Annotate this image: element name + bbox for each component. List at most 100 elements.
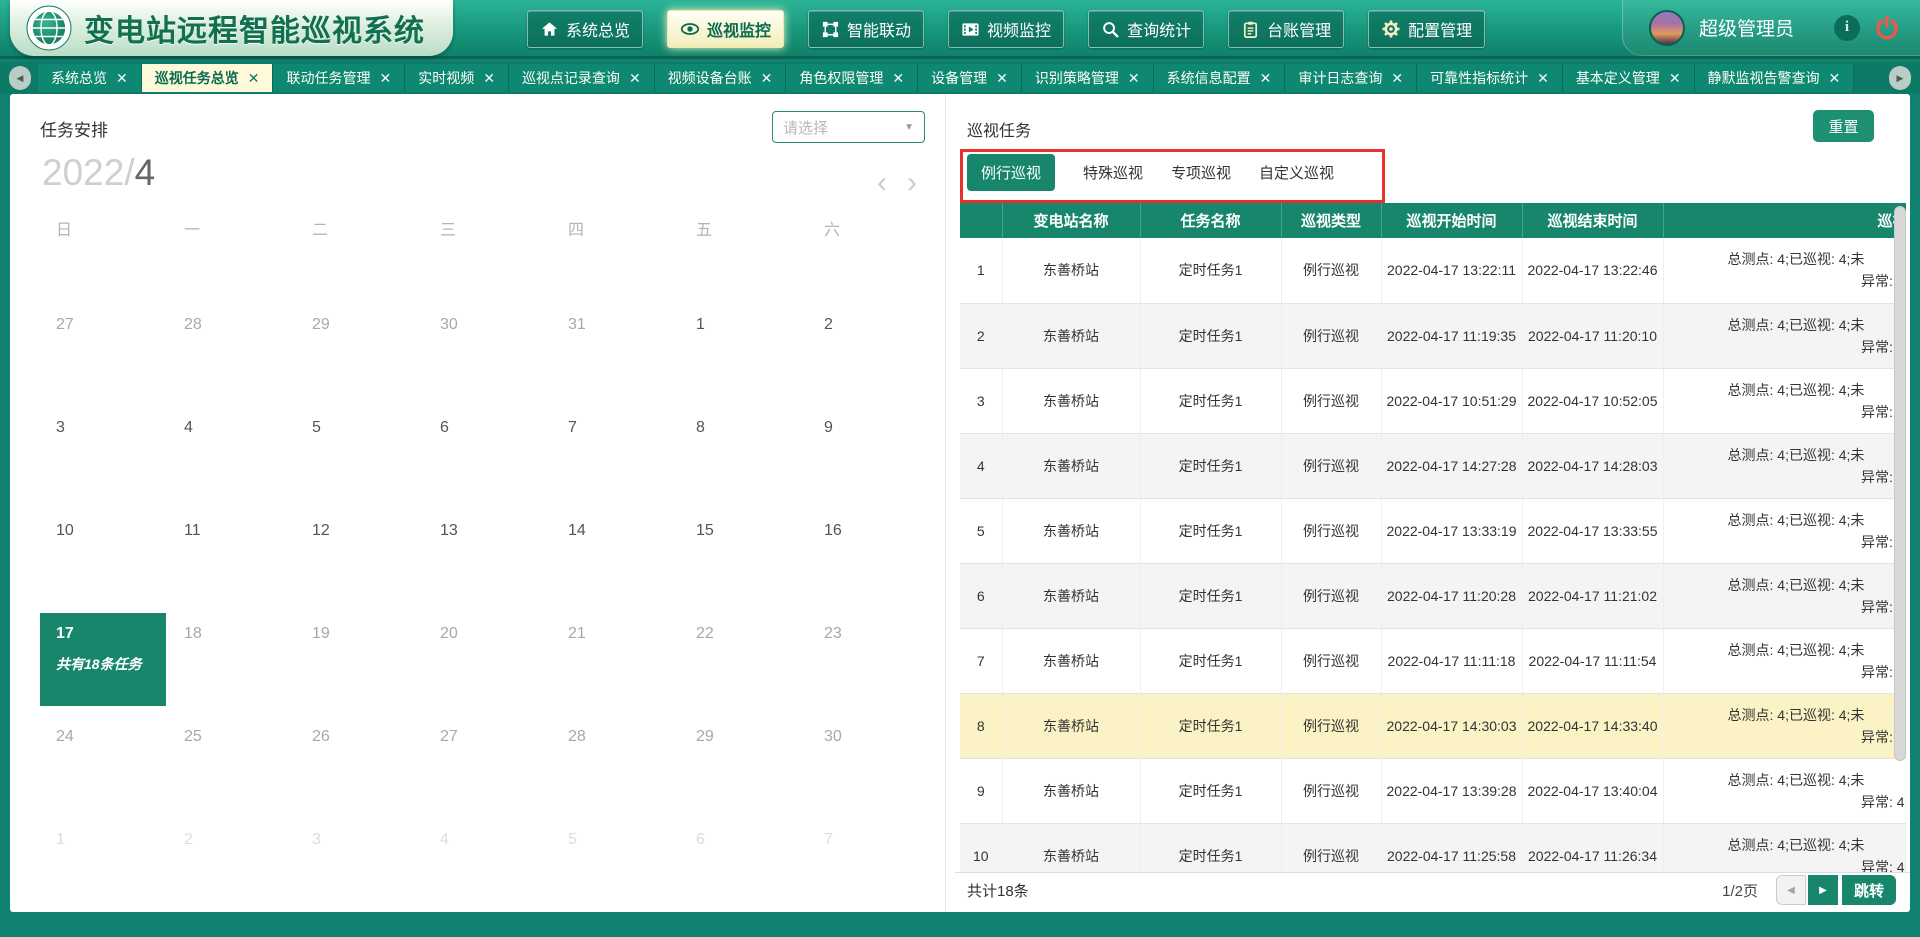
reset-button[interactable]: 重置 xyxy=(1813,110,1874,142)
close-icon[interactable]: ✕ xyxy=(629,71,641,85)
close-icon[interactable]: ✕ xyxy=(248,71,260,85)
calendar-day-cell[interactable]: 29 xyxy=(296,304,424,407)
calendar-day-cell[interactable]: 16 xyxy=(808,510,936,613)
nav-system-overview[interactable]: 系统总览 xyxy=(527,10,643,48)
workspace-tab[interactable]: 可靠性指标统计 ✕ xyxy=(1417,64,1563,92)
calendar-day-cell[interactable]: 2 xyxy=(168,819,296,912)
calendar-day-cell[interactable]: 12 xyxy=(296,510,424,613)
close-icon[interactable]: ✕ xyxy=(379,71,391,85)
nav-ledger-management[interactable]: 台账管理 xyxy=(1228,10,1344,48)
calendar-day-cell[interactable]: 13 xyxy=(424,510,552,613)
calendar-day-cell[interactable]: 18 xyxy=(168,613,296,716)
workspace-tab[interactable]: 巡视点记录查询 ✕ xyxy=(509,64,655,92)
workspace-tab[interactable]: 视频设备台账 ✕ xyxy=(655,64,787,92)
calendar-day-cell[interactable]: 8 xyxy=(680,407,808,510)
avatar[interactable] xyxy=(1649,10,1685,46)
calendar-day-cell[interactable]: 4 xyxy=(168,407,296,510)
calendar-day-cell[interactable]: 25 xyxy=(168,716,296,819)
calendar-day-cell[interactable]: 3 xyxy=(296,819,424,912)
table-row[interactable]: 5 东善桥站 定时任务1 例行巡视 2022-04-17 13:33:19 20… xyxy=(960,498,1906,563)
calendar-day-cell[interactable]: 6 xyxy=(680,819,808,912)
close-icon[interactable]: ✕ xyxy=(1537,71,1549,85)
calendar-day-cell[interactable]: 31 xyxy=(552,304,680,407)
task-filter-select[interactable]: 请选择 ▼ xyxy=(772,111,925,143)
inspection-type-tab[interactable]: 自定义巡视 xyxy=(1259,162,1334,183)
workspace-tab[interactable]: 系统总览 ✕ xyxy=(38,64,142,92)
table-row[interactable]: 10 东善桥站 定时任务1 例行巡视 2022-04-17 11:25:58 2… xyxy=(960,823,1906,872)
calendar-day-cell[interactable]: 5 xyxy=(296,407,424,510)
workspace-tab[interactable]: 角色权限管理 ✕ xyxy=(786,64,918,92)
calendar-day-cell[interactable]: 29 xyxy=(680,716,808,819)
calendar-day-cell[interactable]: 2 xyxy=(808,304,936,407)
calendar-day-cell[interactable]: 28 xyxy=(552,716,680,819)
calendar-day-cell[interactable]: 7 xyxy=(552,407,680,510)
calendar-day-cell[interactable]: 27 xyxy=(424,716,552,819)
calendar-day-cell[interactable]: 19 xyxy=(296,613,424,716)
workspace-tab[interactable]: 设备管理 ✕ xyxy=(918,64,1022,92)
close-icon[interactable]: ✕ xyxy=(996,71,1008,85)
calendar-day-cell[interactable]: 27 xyxy=(40,304,168,407)
table-row[interactable]: 3 东善桥站 定时任务1 例行巡视 2022-04-17 10:51:29 20… xyxy=(960,368,1906,433)
calendar-day-cell[interactable]: 20 xyxy=(424,613,552,716)
calendar-prev-icon[interactable]: ‹ xyxy=(877,168,887,198)
table-row[interactable]: 4 东善桥站 定时任务1 例行巡视 2022-04-17 14:27:28 20… xyxy=(960,433,1906,498)
calendar-day-cell[interactable]: 26 xyxy=(296,716,424,819)
table-row[interactable]: 9 东善桥站 定时任务1 例行巡视 2022-04-17 13:39:28 20… xyxy=(960,758,1906,823)
close-icon[interactable]: ✕ xyxy=(1128,71,1140,85)
next-page-button[interactable]: ▶ xyxy=(1808,875,1838,905)
info-icon[interactable]: i xyxy=(1834,15,1860,41)
table-row[interactable]: 1 东善桥站 定时任务1 例行巡视 2022-04-17 13:22:11 20… xyxy=(960,238,1906,303)
inspection-type-tab[interactable]: 专项巡视 xyxy=(1171,162,1231,183)
workspace-tab[interactable]: 实时视频 ✕ xyxy=(405,64,509,92)
workspace-tab[interactable]: 巡视任务总览 ✕ xyxy=(142,64,274,92)
nav-query-statistics[interactable]: 查询统计 xyxy=(1088,10,1204,48)
calendar-day-cell[interactable]: 15 xyxy=(680,510,808,613)
workspace-tab[interactable]: 识别策略管理 ✕ xyxy=(1022,64,1154,92)
table-row[interactable]: 6 东善桥站 定时任务1 例行巡视 2022-04-17 11:20:28 20… xyxy=(960,563,1906,628)
nav-config-management[interactable]: 配置管理 xyxy=(1368,10,1485,48)
calendar-day-cell[interactable]: 6 xyxy=(424,407,552,510)
calendar-day-cell[interactable]: 9 xyxy=(808,407,936,510)
table-row[interactable]: 2 东善桥站 定时任务1 例行巡视 2022-04-17 11:19:35 20… xyxy=(960,303,1906,368)
prev-page-button[interactable]: ◀ xyxy=(1776,875,1806,905)
workspace-tab[interactable]: 系统信息配置 ✕ xyxy=(1154,64,1286,92)
workspace-tab[interactable]: 审计日志查询 ✕ xyxy=(1285,64,1417,92)
close-icon[interactable]: ✕ xyxy=(892,71,904,85)
calendar-day-cell[interactable]: 5 xyxy=(552,819,680,912)
logout-power-icon[interactable] xyxy=(1874,15,1900,41)
calendar-day-cell[interactable]: 30 xyxy=(808,716,936,819)
calendar-day-cell[interactable]: 7 xyxy=(808,819,936,912)
workspace-tab[interactable]: 联动任务管理 ✕ xyxy=(273,64,405,92)
table-row[interactable]: 8 东善桥站 定时任务1 例行巡视 2022-04-17 14:30:03 20… xyxy=(960,693,1906,758)
calendar-day-cell[interactable]: 30 xyxy=(424,304,552,407)
close-icon[interactable]: ✕ xyxy=(1260,71,1272,85)
workspace-tab[interactable]: 基本定义管理 ✕ xyxy=(1563,64,1695,92)
calendar-next-icon[interactable]: › xyxy=(907,168,917,198)
close-icon[interactable]: ✕ xyxy=(1829,71,1841,85)
tabs-scroll-right-icon[interactable]: ▶ xyxy=(1889,66,1911,90)
calendar-day-cell[interactable]: 28 xyxy=(168,304,296,407)
calendar-day-cell[interactable]: 10 xyxy=(40,510,168,613)
close-icon[interactable]: ✕ xyxy=(1391,71,1403,85)
nav-inspection-monitor[interactable]: 巡视监控 xyxy=(667,10,784,48)
workspace-tab[interactable]: 静默监视告警查询 ✕ xyxy=(1695,64,1855,92)
close-icon[interactable]: ✕ xyxy=(761,71,773,85)
calendar-day-cell[interactable]: 1 xyxy=(40,819,168,912)
nav-smart-linkage[interactable]: 智能联动 xyxy=(808,10,924,48)
inspection-type-tab[interactable]: 特殊巡视 xyxy=(1083,162,1143,183)
close-icon[interactable]: ✕ xyxy=(1669,71,1681,85)
calendar-day-cell[interactable]: 24 xyxy=(40,716,168,819)
inspection-type-tab[interactable]: 例行巡视 xyxy=(967,154,1055,191)
calendar-day-cell[interactable]: 17 共有18条任务 xyxy=(40,613,166,706)
calendar-day-cell[interactable]: 11 xyxy=(168,510,296,613)
close-icon[interactable]: ✕ xyxy=(116,71,128,85)
calendar-day-cell[interactable]: 22 xyxy=(680,613,808,716)
calendar-day-cell[interactable]: 4 xyxy=(424,819,552,912)
calendar-day-cell[interactable]: 3 xyxy=(40,407,168,510)
tabs-scroll-left-icon[interactable]: ◀ xyxy=(9,66,31,90)
vertical-scrollbar[interactable] xyxy=(1894,206,1906,761)
calendar-day-cell[interactable]: 1 xyxy=(680,304,808,407)
nav-video-monitor[interactable]: 视频监控 xyxy=(948,10,1064,48)
table-row[interactable]: 7 东善桥站 定时任务1 例行巡视 2022-04-17 11:11:18 20… xyxy=(960,628,1906,693)
calendar-day-cell[interactable]: 23 xyxy=(808,613,936,716)
